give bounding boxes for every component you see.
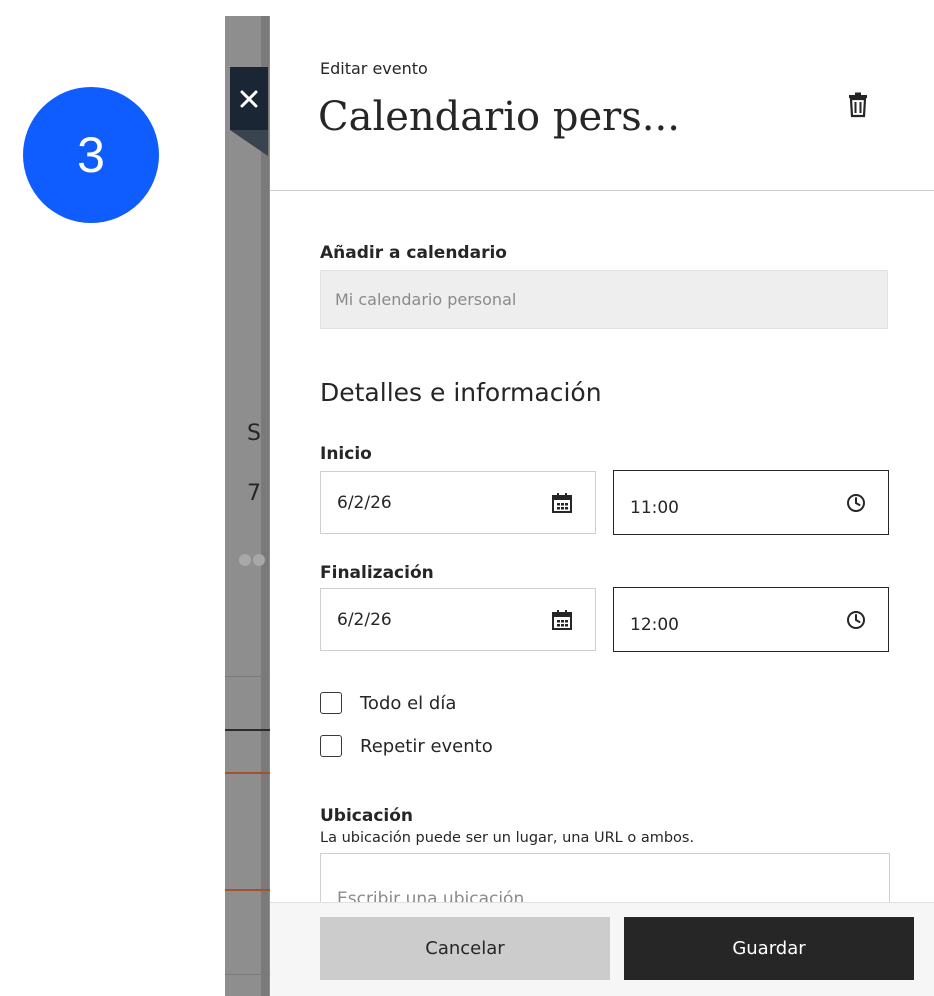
background-divider	[225, 974, 275, 975]
background-page: S 7	[225, 16, 275, 996]
end-time-value: 12:00	[630, 614, 679, 635]
repeat-event-label: Repetir evento	[360, 735, 493, 757]
repeat-event-checkbox[interactable]	[320, 735, 342, 757]
close-tab-fold	[230, 130, 268, 156]
step-number: 3	[77, 127, 105, 183]
calendar-value: Mi calendario personal	[335, 290, 517, 309]
calendar-select-readonly: Mi calendario personal	[320, 270, 888, 329]
end-time-field[interactable]: 12:00	[613, 587, 889, 652]
start-date-value: 6/2/26	[337, 492, 392, 513]
panel-header: Editar evento Calendario pers...	[270, 16, 934, 191]
background-divider	[225, 729, 275, 731]
clock-icon[interactable]	[846, 493, 866, 513]
background-divider	[225, 772, 275, 774]
end-date-value: 6/2/26	[337, 609, 392, 630]
clock-icon[interactable]	[846, 610, 866, 630]
step-badge: 3	[23, 87, 159, 223]
close-panel-button[interactable]	[230, 67, 268, 130]
details-section-title: Detalles e información	[320, 378, 602, 407]
start-time-field[interactable]: 11:00	[613, 470, 889, 535]
all-day-checkbox-row[interactable]: Todo el día	[320, 692, 456, 714]
close-icon	[240, 90, 258, 107]
edit-event-panel: Editar evento Calendario pers... Añadir …	[270, 16, 934, 996]
trash-icon[interactable]	[846, 92, 870, 118]
start-time-value: 11:00	[630, 497, 679, 518]
panel-footer: Cancelar Guardar	[270, 902, 934, 996]
all-day-label: Todo el día	[360, 692, 457, 714]
calendar-icon[interactable]	[551, 609, 573, 631]
background-divider	[225, 676, 275, 677]
panel-kicker: Editar evento	[320, 59, 428, 78]
background-divider	[225, 889, 275, 891]
calendar-icon[interactable]	[551, 492, 573, 514]
all-day-checkbox[interactable]	[320, 692, 342, 714]
end-label: Finalización	[320, 563, 434, 583]
start-label: Inicio	[320, 444, 372, 464]
background-digit: 7	[247, 481, 261, 506]
background-dots	[239, 551, 267, 570]
page-title: Calendario pers...	[318, 94, 680, 140]
background-page-edge	[261, 16, 269, 996]
start-date-field[interactable]: 6/2/26	[320, 471, 596, 534]
add-to-calendar-label: Añadir a calendario	[320, 243, 507, 263]
end-date-field[interactable]: 6/2/26	[320, 588, 596, 651]
location-helper-text: La ubicación puede ser un lugar, una URL…	[320, 830, 695, 846]
cancel-button[interactable]: Cancelar	[320, 917, 610, 980]
location-label: Ubicación	[320, 806, 414, 826]
background-letter: S	[247, 421, 261, 446]
save-button[interactable]: Guardar	[624, 917, 914, 980]
repeat-event-checkbox-row[interactable]: Repetir evento	[320, 735, 493, 757]
